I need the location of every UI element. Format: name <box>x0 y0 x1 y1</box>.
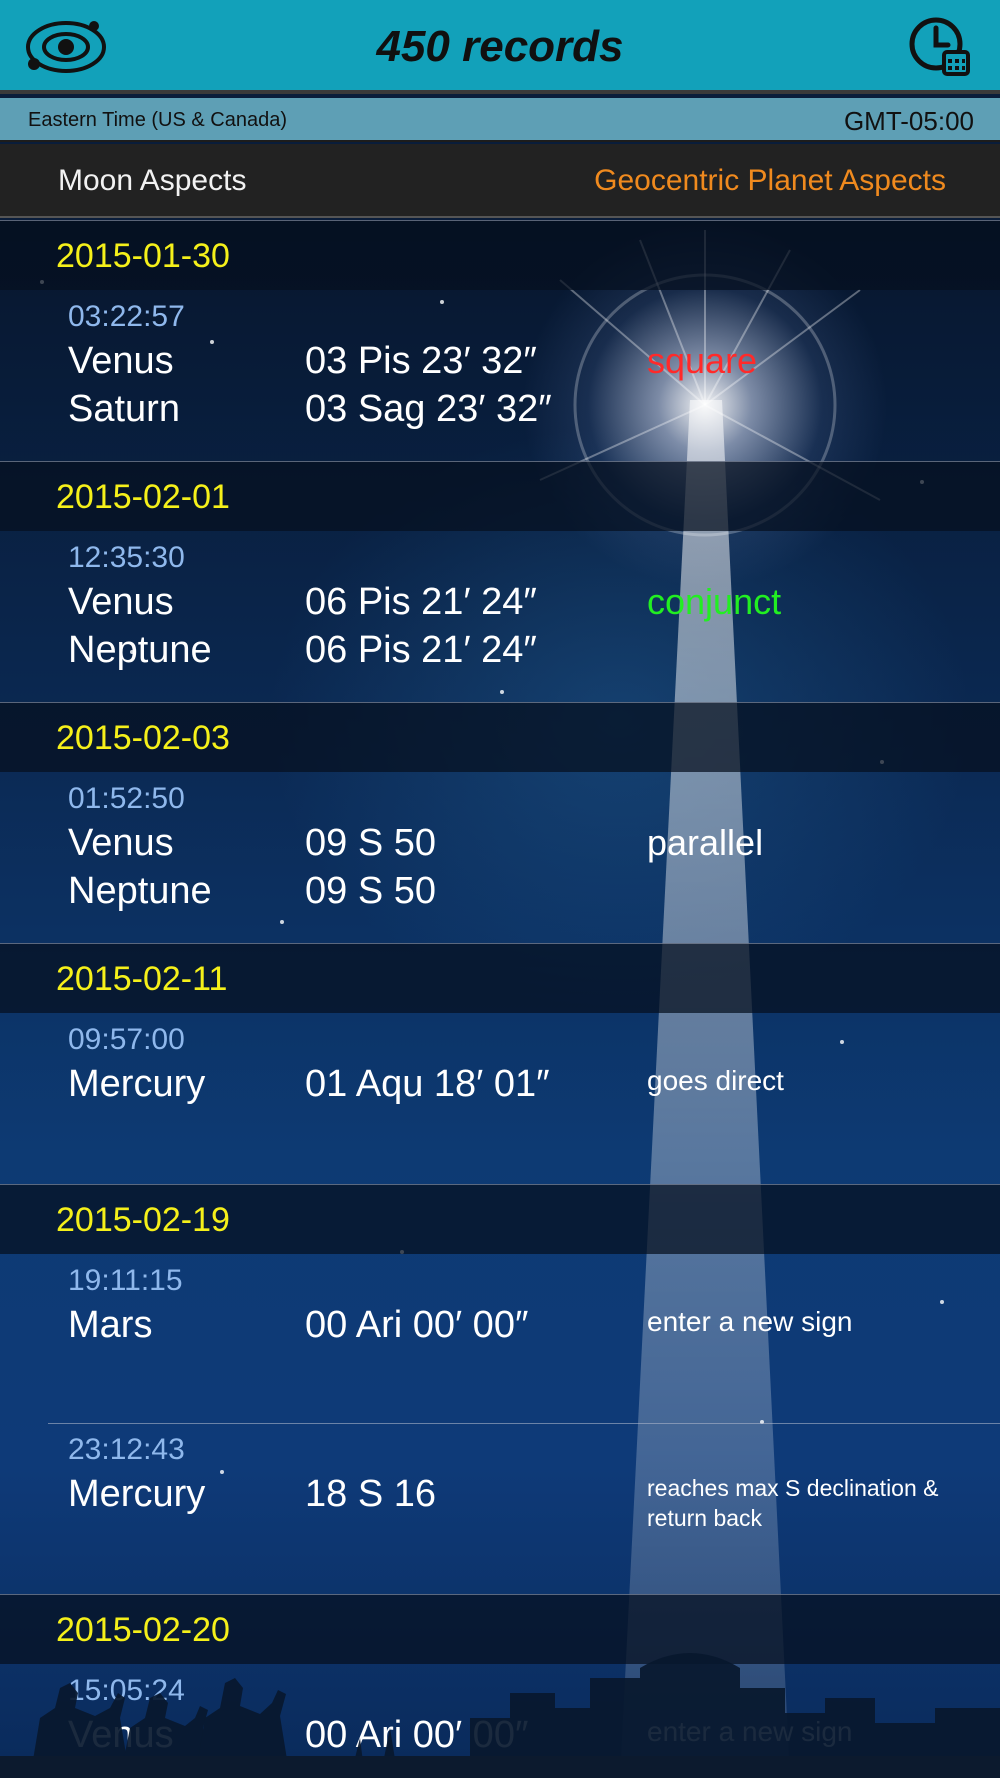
planet-position: 06 Pis 21′ 24″ <box>305 581 537 623</box>
top-bar: 450 records <box>0 0 1000 94</box>
tab-moon-aspects[interactable]: Moon Aspects <box>58 164 246 198</box>
planet-name: Mercury <box>68 1063 206 1105</box>
planet-name: Venus <box>68 1714 174 1756</box>
aspect-record[interactable]: 09:57:00 Mercury 01 Aqu 18′ 01″ goes dir… <box>0 1013 1000 1184</box>
record-time: 15:05:24 <box>68 1674 185 1707</box>
timezone-offset: GMT-05:00 <box>843 106 974 136</box>
date-header: 2015-01-30 <box>0 220 1000 290</box>
planet-name: Neptune <box>68 870 212 912</box>
date-label: 2015-01-30 <box>56 237 230 275</box>
planet-name: Mars <box>68 1304 153 1346</box>
date-header: 2015-02-11 <box>0 943 1000 1013</box>
aspect-label: parallel <box>647 822 764 863</box>
record-time: 01:52:50 <box>68 782 185 815</box>
timezone-name: Eastern Time (US & Canada) <box>28 109 287 131</box>
planet-position: 09 S 50 <box>305 822 436 864</box>
planet-position: 18 S 16 <box>305 1473 436 1515</box>
record-time: 19:11:15 <box>68 1264 183 1297</box>
date-label: 2015-02-19 <box>56 1201 230 1239</box>
aspect-record[interactable]: 12:35:30 Venus 06 Pis 21′ 24″ conjunct N… <box>0 531 1000 702</box>
clock-calendar-icon[interactable] <box>908 16 970 78</box>
planet-name: Venus <box>68 581 174 623</box>
planet-position: 00 Ari 00′ 00″ <box>305 1714 529 1756</box>
aspect-label: enter a new sign <box>647 1306 853 1337</box>
aspect-record[interactable]: 03:22:57 Venus 03 Pis 23′ 32″ square Sat… <box>0 290 1000 462</box>
date-header: 2015-02-01 <box>0 461 1000 531</box>
page-title: 450 records <box>376 22 624 71</box>
planet-name: Neptune <box>68 629 212 671</box>
aspect-label: square <box>647 340 758 381</box>
date-label: 2015-02-03 <box>56 719 230 757</box>
record-time: 12:35:30 <box>68 541 185 574</box>
timezone-bar[interactable]: Eastern Time (US & Canada) GMT-05:00 <box>0 98 1000 142</box>
bottom-edge <box>0 1756 1000 1778</box>
planet-name: Venus <box>68 340 174 382</box>
date-label: 2015-02-01 <box>56 478 230 516</box>
planet-position: 01 Aqu 18′ 01″ <box>305 1063 550 1105</box>
date-header: 2015-02-03 <box>0 702 1000 772</box>
aspect-label: goes direct <box>647 1065 784 1096</box>
planet-position: 06 Pis 21′ 24″ <box>305 629 537 671</box>
date-header: 2015-02-19 <box>0 1184 1000 1254</box>
planet-name: Saturn <box>68 388 180 430</box>
planet-name: Mercury <box>68 1473 206 1515</box>
date-label: 2015-02-20 <box>56 1611 230 1649</box>
record-time: 23:12:43 <box>68 1433 185 1466</box>
date-header: 2015-02-20 <box>0 1594 1000 1664</box>
planet-position: 09 S 50 <box>305 870 436 912</box>
aspect-label: conjunct <box>647 581 782 622</box>
record-time: 09:57:00 <box>68 1023 185 1056</box>
planet-name: Venus <box>68 822 174 864</box>
aspect-record[interactable]: 19:11:15 Mars 00 Ari 00′ 00″ enter a new… <box>0 1254 1000 1423</box>
aspect-record[interactable]: 01:52:50 Venus 09 S 50 parallel Neptune … <box>0 772 1000 943</box>
date-label: 2015-02-11 <box>56 960 228 998</box>
planet-position: 00 Ari 00′ 00″ <box>305 1304 529 1346</box>
record-time: 03:22:57 <box>68 300 185 333</box>
planet-position: 03 Sag 23′ 32″ <box>305 388 552 430</box>
aspect-label: reaches max S declination & return back <box>647 1475 939 1531</box>
aspect-tabs: Moon Aspects Geocentric Planet Aspects <box>0 144 1000 218</box>
planet-position: 03 Pis 23′ 32″ <box>305 340 537 382</box>
tab-geocentric-planet-aspects[interactable]: Geocentric Planet Aspects <box>594 164 946 198</box>
aspect-label: enter a new sign <box>647 1716 853 1747</box>
records-list[interactable]: 2015-01-30 03:22:57 Venus 03 Pis 23′ 32″… <box>0 220 1000 1778</box>
aspect-record[interactable]: 23:12:43 Mercury 18 S 16 reaches max S d… <box>0 1423 1000 1594</box>
